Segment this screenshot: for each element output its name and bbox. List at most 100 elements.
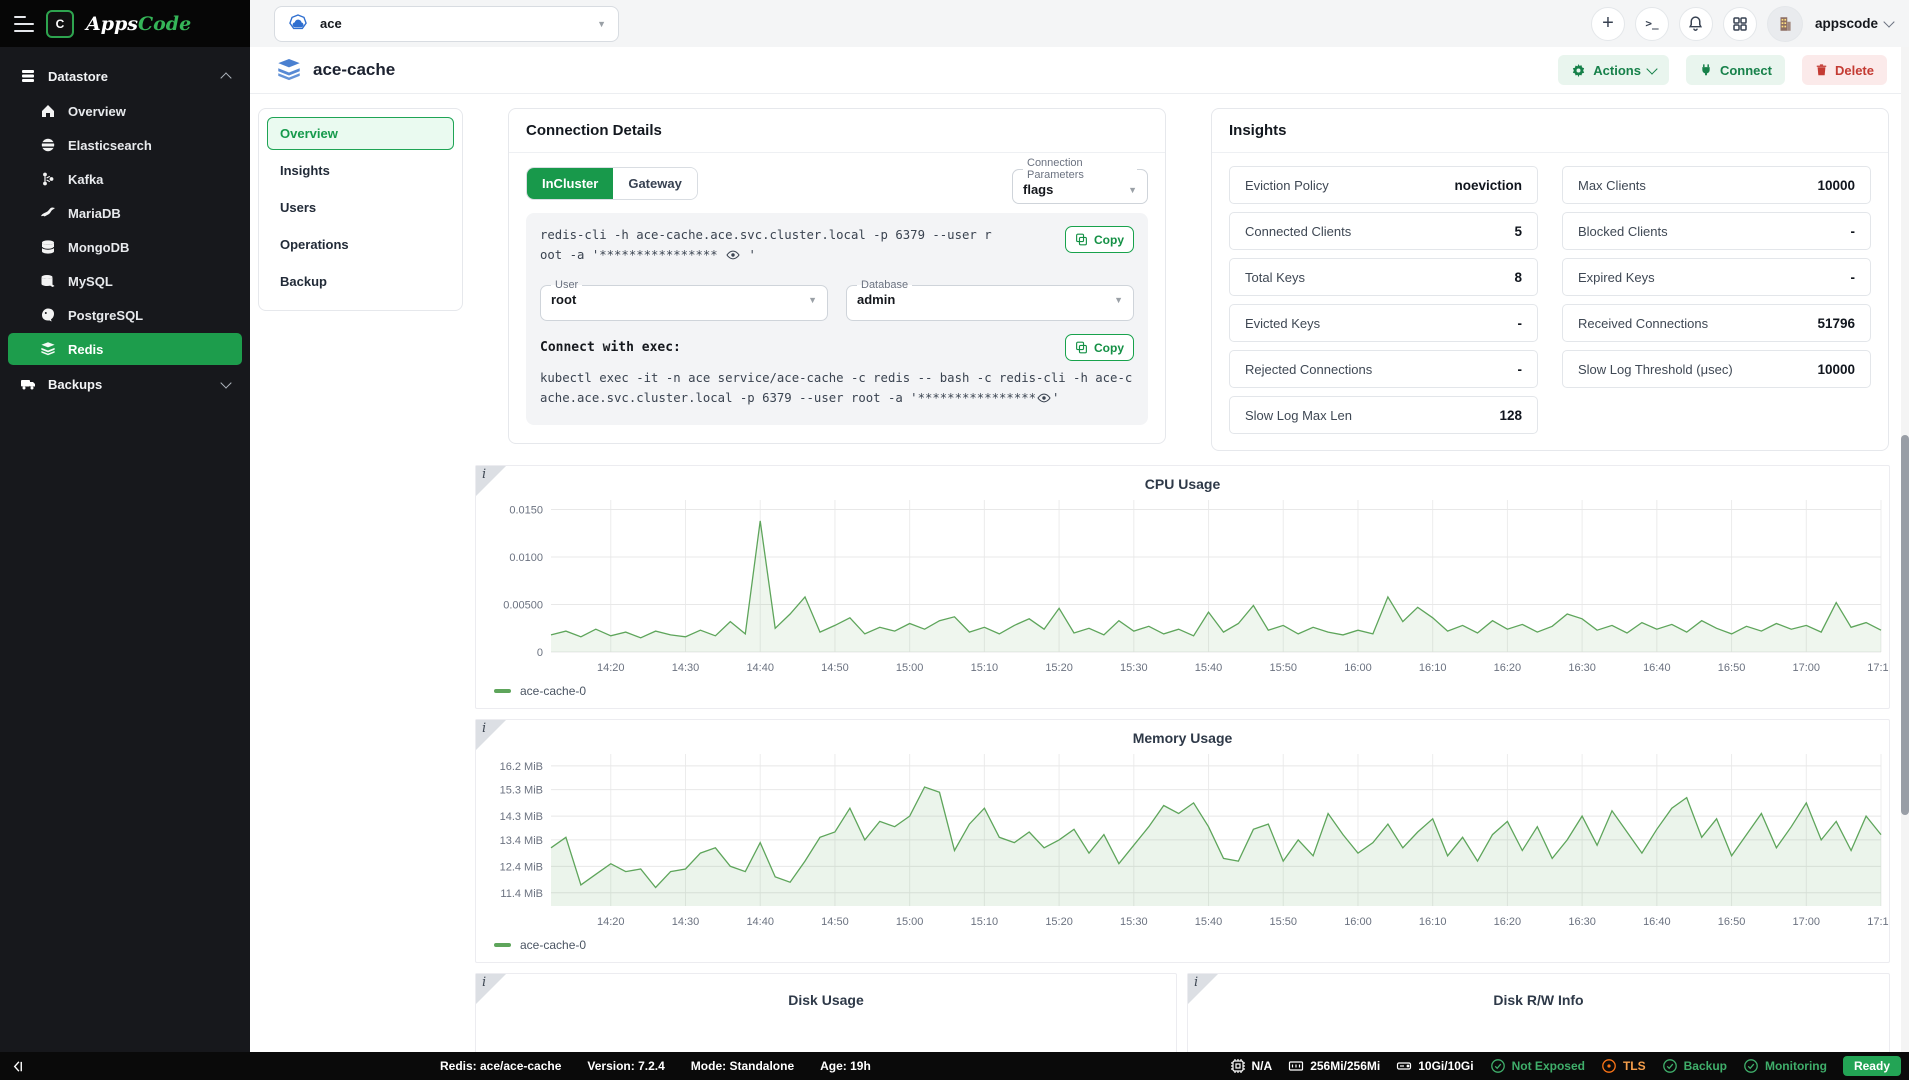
stat-label: Connected Clients [1245, 223, 1352, 239]
sidebar-item-kafka[interactable]: Kafka [8, 163, 242, 195]
topbar: ace ▼ + >_ appscode [250, 0, 1909, 48]
notifications-button[interactable] [1678, 6, 1713, 41]
connect-button[interactable]: Connect [1685, 55, 1785, 85]
tab-insights[interactable]: Insights [267, 154, 454, 187]
svg-text:0.00500: 0.00500 [503, 600, 543, 612]
bell-icon [1687, 15, 1704, 32]
legend-swatch-icon [494, 689, 511, 693]
info-icon[interactable]: i [476, 466, 506, 496]
avatar[interactable] [1766, 5, 1803, 42]
tab-users[interactable]: Users [267, 191, 454, 224]
chart-panel-disk-usage: i Disk Usage [475, 973, 1177, 1052]
chevron-down-icon [1646, 62, 1658, 75]
chart-title: Disk R/W Info [1493, 992, 1584, 1008]
svg-text:16:20: 16:20 [1494, 662, 1522, 674]
status-not-exposed: Not Exposed [1490, 1058, 1585, 1074]
reveal-password-icon[interactable] [1037, 392, 1051, 404]
delete-button[interactable]: Delete [1801, 55, 1887, 85]
svg-text:15:40: 15:40 [1195, 662, 1223, 674]
svg-text:15:20: 15:20 [1045, 662, 1073, 674]
user-menu[interactable]: appscode [1814, 16, 1895, 31]
chevron-up-icon [220, 71, 232, 84]
mongodb-icon [40, 239, 56, 255]
resource-value: 10Gi/10Gi [1418, 1059, 1474, 1073]
svg-text:16:40: 16:40 [1643, 662, 1671, 674]
info-icon[interactable]: i [1188, 974, 1218, 1004]
copy-icon [1075, 341, 1088, 354]
svg-text:15:50: 15:50 [1269, 916, 1297, 928]
stat-value: - [1850, 223, 1856, 239]
reveal-password-icon[interactable] [726, 249, 740, 261]
sidebar-item-redis[interactable]: Redis [8, 333, 242, 365]
sidebar-section-datastore[interactable]: Datastore [8, 59, 242, 93]
apps-grid-button[interactable] [1722, 6, 1757, 41]
stat-label: Received Connections [1578, 315, 1709, 331]
user-select[interactable]: User root ▼ [540, 279, 828, 322]
database-select[interactable]: Database admin ▼ [846, 279, 1134, 322]
svg-text:16:10: 16:10 [1419, 916, 1447, 928]
exec-label: Connect with exec: [540, 340, 681, 356]
create-button[interactable]: + [1590, 6, 1625, 41]
stat-label: Slow Log Max Len [1245, 407, 1352, 423]
tab-incluster[interactable]: InCluster [527, 168, 614, 199]
check-circle-icon [1490, 1058, 1506, 1074]
sidebar-item-label: Kafka [68, 171, 104, 187]
insight-stat: Evicted Keys - [1229, 304, 1538, 342]
sidebar-item-postgresql[interactable]: PostgreSQL [8, 299, 242, 331]
terminal-button[interactable]: >_ [1634, 6, 1669, 41]
sidebar-section-backups[interactable]: Backups [8, 367, 242, 401]
svg-text:17:10: 17:10 [1867, 916, 1889, 928]
svg-text:0.0150: 0.0150 [509, 505, 543, 517]
check-circle-icon [1743, 1058, 1759, 1074]
elasticsearch-icon [40, 137, 56, 153]
tab-operations[interactable]: Operations [267, 228, 454, 261]
sidebar-item-elasticsearch[interactable]: Elasticsearch [8, 129, 242, 161]
copy-cli-button[interactable]: Copy [1065, 226, 1134, 253]
metrics-charts: i CPU Usage 14:20 14:30 14:40 14:50 15:00 15:10… [475, 465, 1890, 1052]
collapse-panel-icon[interactable] [10, 1059, 25, 1074]
svg-text:16.2 MiB: 16.2 MiB [500, 761, 543, 773]
connection-parameters-select[interactable]: Connection Parameters flags ▼ [1012, 157, 1148, 204]
tab-overview[interactable]: Overview [267, 117, 454, 150]
tab-backup[interactable]: Backup [267, 265, 454, 298]
chart-plot: 14:20 14:30 14:40 14:50 15:00 15:10 15:20 15:30… [503, 500, 1889, 674]
chart-title: Memory Usage [1132, 730, 1233, 746]
info-icon[interactable]: i [476, 974, 506, 1004]
scrollbar-track[interactable] [1901, 47, 1909, 1052]
postgresql-icon [40, 307, 56, 323]
copy-exec-button[interactable]: Copy [1065, 334, 1134, 362]
stat-value: 8 [1514, 269, 1522, 285]
ready-badge[interactable]: Ready [1842, 1056, 1901, 1076]
resource-value: N/A [1251, 1059, 1273, 1073]
svg-text:16:20: 16:20 [1494, 916, 1522, 928]
sidebar-item-mongodb[interactable]: MongoDB [8, 231, 242, 263]
namespace-select[interactable]: ace ▼ [274, 5, 619, 42]
legend-label: ace-cache-0 [520, 684, 587, 698]
menu-toggle-icon[interactable] [14, 15, 34, 32]
sidebar-item-mysql[interactable]: MySQL [8, 265, 242, 297]
chart-panel-memory-usage: i Memory Usage 14:20 14:30 14:40 14:50 15:00 15… [475, 719, 1890, 963]
svg-text:14:50: 14:50 [821, 916, 849, 928]
stat-label: Max Clients [1578, 177, 1646, 193]
sidebar-item-overview[interactable]: Overview [8, 95, 242, 127]
insight-stat: Max Clients 10000 [1562, 166, 1871, 204]
stat-value: 128 [1499, 407, 1522, 423]
tab-gateway[interactable]: Gateway [613, 168, 697, 199]
appscode-logo[interactable]: AppsCode [86, 13, 191, 35]
status-label: Monitoring [1764, 1059, 1827, 1073]
svg-text:16:00: 16:00 [1344, 916, 1372, 928]
insight-stat: Blocked Clients - [1562, 212, 1871, 250]
datastore-icon [20, 68, 36, 84]
insights-card: Insights Eviction Policy noeviction Connec… [1211, 108, 1889, 451]
sidebar-item-mariadb[interactable]: MariaDB [8, 197, 242, 229]
svg-text:15:00: 15:00 [896, 662, 924, 674]
svg-text:15:30: 15:30 [1120, 916, 1148, 928]
svg-text:17:00: 17:00 [1793, 662, 1821, 674]
connection-details-title: Connection Details [509, 109, 1165, 153]
actions-button[interactable]: Actions [1558, 55, 1669, 85]
scrollbar-thumb[interactable] [1901, 435, 1909, 815]
user-name: appscode [1814, 16, 1878, 31]
svg-text:14:30: 14:30 [672, 662, 700, 674]
info-icon[interactable]: i [476, 720, 506, 750]
building-icon [1776, 15, 1794, 33]
